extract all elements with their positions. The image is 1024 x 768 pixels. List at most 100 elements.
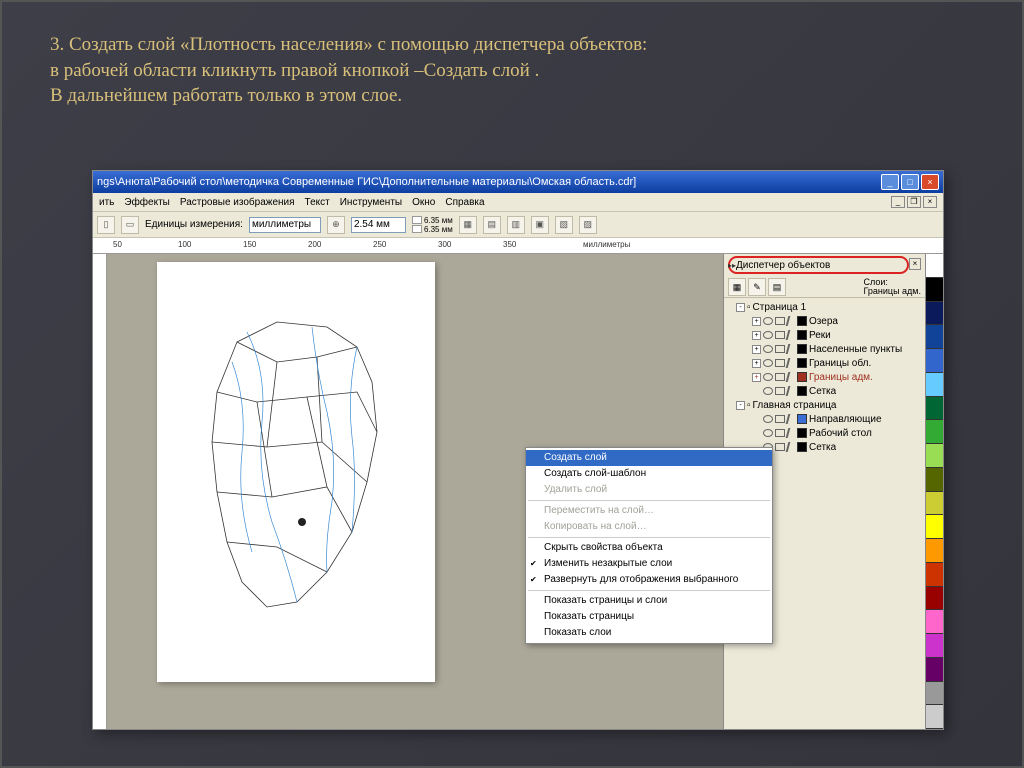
layer-reki[interactable]: +Реки (726, 328, 923, 342)
doc-close-button[interactable]: × (923, 196, 937, 208)
menu-bitmaps[interactable]: Растровые изображения (180, 197, 295, 208)
layer-tree[interactable]: - ▫ Страница 1 +Озера +Реки +Населенные … (724, 298, 925, 456)
pen-icon[interactable] (786, 442, 797, 452)
print-icon[interactable] (775, 387, 785, 395)
eye-icon[interactable] (763, 359, 773, 367)
print-icon[interactable] (775, 317, 785, 325)
cm-expand-selected[interactable]: ✔Развернуть для отображения выбранного (526, 572, 772, 588)
eye-icon[interactable] (763, 387, 773, 395)
eye-icon[interactable] (763, 331, 773, 339)
menu-tools[interactable]: Инструменты (340, 197, 402, 208)
layer-granicy-adm[interactable]: +Границы адм. (726, 370, 923, 384)
menu-help[interactable]: Справка (445, 197, 484, 208)
pen-icon[interactable] (786, 372, 797, 382)
expander-icon[interactable]: - (736, 401, 745, 410)
eye-icon[interactable] (763, 415, 773, 423)
layer-naselennye[interactable]: +Населенные пункты (726, 342, 923, 356)
color-swatch[interactable] (926, 444, 943, 468)
print-icon[interactable] (775, 359, 785, 367)
layer-guides[interactable]: Направляющие (726, 412, 923, 426)
pen-icon[interactable] (786, 358, 797, 368)
expander-icon[interactable]: + (752, 345, 761, 354)
layer-ozera[interactable]: +Озера (726, 314, 923, 328)
print-icon[interactable] (775, 331, 785, 339)
color-swatch[interactable] (926, 610, 943, 634)
pen-icon[interactable] (786, 344, 797, 354)
cm-create-layer[interactable]: Создать слой (526, 450, 772, 466)
layer-view-button[interactable]: ▤ (768, 278, 786, 296)
color-swatch[interactable] (926, 563, 943, 587)
document-page[interactable] (157, 262, 435, 682)
expander-icon[interactable]: + (752, 317, 761, 326)
color-swatch[interactable] (926, 539, 943, 563)
color-swatch[interactable] (926, 682, 943, 706)
pen-icon[interactable] (786, 428, 797, 438)
color-swatch[interactable] (926, 325, 943, 349)
color-palette[interactable] (925, 254, 943, 729)
color-swatch[interactable] (926, 492, 943, 516)
cm-hide-props[interactable]: Скрыть свойства объекта (526, 540, 772, 556)
toolbar-button-5[interactable]: ▧ (555, 216, 573, 234)
edit-layers-button[interactable]: ✎ (748, 278, 766, 296)
tree-master-page[interactable]: - ▫ Главная страница (726, 398, 923, 412)
color-swatch[interactable] (926, 468, 943, 492)
print-icon[interactable] (775, 429, 785, 437)
print-icon[interactable] (775, 415, 785, 423)
pen-icon[interactable] (786, 386, 797, 396)
expander-icon[interactable]: - (736, 303, 745, 312)
maximize-button[interactable]: □ (901, 174, 919, 190)
color-swatch[interactable] (926, 420, 943, 444)
color-swatch[interactable] (926, 373, 943, 397)
color-swatch[interactable] (926, 397, 943, 421)
units-dropdown[interactable] (249, 217, 321, 233)
color-swatch[interactable] (926, 515, 943, 539)
toolbar-button-3[interactable]: ▥ (507, 216, 525, 234)
print-icon[interactable] (775, 443, 785, 451)
dup-x-value[interactable]: 6.35 мм (424, 216, 453, 225)
docker-close-button[interactable]: × (909, 258, 921, 270)
cm-edit-across[interactable]: ✔Изменить незакрытые слои (526, 556, 772, 572)
toolbar-button-1[interactable]: ▦ (459, 216, 477, 234)
eye-icon[interactable] (763, 373, 773, 381)
expander-icon[interactable]: + (752, 359, 761, 368)
menu-window[interactable]: Окно (412, 197, 435, 208)
layer-setka[interactable]: Сетка (726, 384, 923, 398)
color-swatch[interactable] (926, 658, 943, 682)
expander-icon[interactable]: + (752, 331, 761, 340)
pen-icon[interactable] (786, 330, 797, 340)
layer-granicy-obl[interactable]: +Границы обл. (726, 356, 923, 370)
doc-restore-button[interactable]: ❐ (907, 196, 921, 208)
cm-create-master-layer[interactable]: Создать слой-шаблон (526, 466, 772, 482)
pen-icon[interactable] (786, 414, 797, 424)
eye-icon[interactable] (763, 345, 773, 353)
color-swatch[interactable] (926, 705, 943, 729)
landscape-orientation-button[interactable]: ▭ (121, 216, 139, 234)
tree-page-1[interactable]: - ▫ Страница 1 (726, 300, 923, 314)
portrait-orientation-button[interactable]: ▯ (97, 216, 115, 234)
cm-show-pages-layers[interactable]: Показать страницы и слои (526, 593, 772, 609)
toolbar-button-6[interactable]: ▨ (579, 216, 597, 234)
toolbar-button-2[interactable]: ▤ (483, 216, 501, 234)
color-swatch[interactable] (926, 634, 943, 658)
color-swatch[interactable] (926, 587, 943, 611)
color-swatch[interactable] (926, 302, 943, 326)
color-swatch[interactable] (926, 349, 943, 373)
expander-icon[interactable]: + (752, 373, 761, 382)
minimize-button[interactable]: _ (881, 174, 899, 190)
eye-icon[interactable] (763, 429, 773, 437)
close-button[interactable]: × (921, 174, 939, 190)
show-props-button[interactable]: ▦ (728, 278, 746, 296)
pen-icon[interactable] (786, 316, 797, 326)
docker-expand-icon[interactable]: ▸▸ (728, 261, 736, 270)
print-icon[interactable] (775, 373, 785, 381)
color-swatch[interactable] (926, 254, 943, 278)
layer-desktop[interactable]: Рабочий стол (726, 426, 923, 440)
menu-effects[interactable]: Эффекты (124, 197, 169, 208)
menu-text[interactable]: Текст (305, 197, 330, 208)
color-swatch[interactable] (926, 278, 943, 302)
eye-icon[interactable] (763, 317, 773, 325)
nudge-distance-input[interactable] (351, 217, 406, 233)
dup-y-value[interactable]: 6.35 мм (424, 225, 453, 234)
cm-show-pages[interactable]: Показать страницы (526, 609, 772, 625)
print-icon[interactable] (775, 345, 785, 353)
